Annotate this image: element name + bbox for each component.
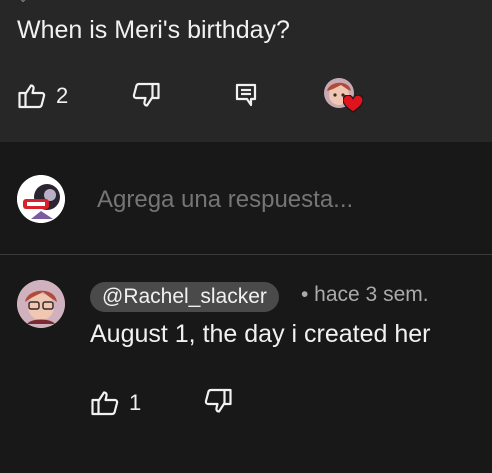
reply-like-count: 1: [129, 390, 142, 415]
reply-button[interactable]: [235, 83, 257, 107]
dislike-button[interactable]: [132, 82, 160, 108]
reply-timestamp[interactable]: • hace 3 sem.: [301, 283, 429, 307]
creator-heart-badge: [323, 77, 363, 115]
current-user-avatar-art: [17, 175, 65, 223]
reply-author-avatar-art: [17, 280, 65, 328]
current-user-avatar: [17, 175, 65, 223]
reply-author-handle[interactable]: @Rachel_slacker: [90, 282, 279, 312]
cropped-indicator-icon: ⌄: [18, 0, 30, 4]
thumbs-up-icon: [91, 391, 119, 416]
creator-heart-icon: [343, 95, 363, 113]
comment-reply-icon: [235, 83, 257, 107]
reply-comment-text: August 1, the day i created her: [90, 320, 431, 348]
reply-input[interactable]: [97, 186, 417, 214]
thumbs-up-icon: [18, 84, 46, 109]
reply-like-button[interactable]: 1: [91, 390, 141, 416]
thumbs-down-icon: [132, 82, 160, 107]
reply-dislike-button[interactable]: [204, 388, 232, 414]
like-count: 2: [56, 83, 69, 108]
parent-comment: ⌄ When is Meri's birthday? 2: [0, 0, 492, 142]
reply-author-avatar[interactable]: [17, 280, 65, 328]
like-button[interactable]: 2: [18, 83, 68, 109]
thumbs-down-icon: [204, 388, 232, 413]
parent-comment-text: When is Meri's birthday?: [17, 16, 290, 44]
